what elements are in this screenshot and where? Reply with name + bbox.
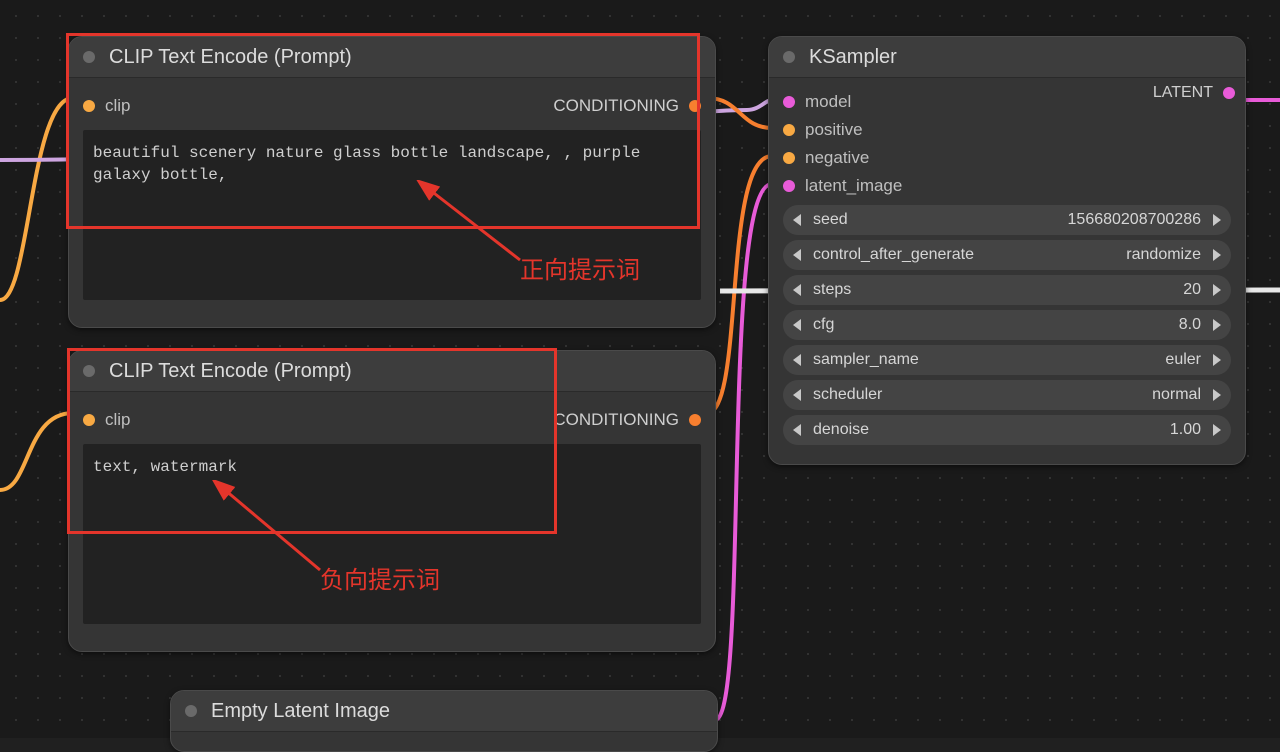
decrement-arrow-icon[interactable] <box>793 319 801 331</box>
decrement-arrow-icon[interactable] <box>793 389 801 401</box>
prompt-textarea-negative[interactable] <box>83 444 701 624</box>
increment-arrow-icon[interactable] <box>1213 319 1221 331</box>
decrement-arrow-icon[interactable] <box>793 249 801 261</box>
widget-sampler-name[interactable]: sampler_name euler <box>783 345 1231 375</box>
annotation-negative-label: 负向提示词 <box>320 560 440 595</box>
port-dot-icon <box>783 152 795 164</box>
widget-label: cfg <box>813 316 834 334</box>
collapse-dot-icon[interactable] <box>83 365 95 377</box>
port-label: clip <box>105 410 131 430</box>
collapse-dot-icon[interactable] <box>185 705 197 717</box>
widget-value[interactable]: euler <box>1165 351 1201 369</box>
node-title: CLIP Text Encode (Prompt) <box>109 360 352 383</box>
node-title: Empty Latent Image <box>211 700 390 723</box>
port-dot-icon <box>783 124 795 136</box>
input-port-negative[interactable]: negative <box>783 144 1231 172</box>
input-port-latent-image[interactable]: latent_image <box>783 172 1231 200</box>
increment-arrow-icon[interactable] <box>1213 214 1221 226</box>
port-dot-icon <box>783 180 795 192</box>
widget-label: denoise <box>813 421 869 439</box>
widget-label: seed <box>813 211 848 229</box>
widget-value[interactable]: randomize <box>1126 246 1201 264</box>
port-dot-icon <box>83 100 95 112</box>
node-header[interactable]: KSampler <box>769 37 1245 78</box>
port-label: positive <box>805 120 863 140</box>
widget-control-after-generate[interactable]: control_after_generate randomize <box>783 240 1231 270</box>
port-dot-icon[interactable] <box>1223 87 1235 99</box>
widget-label: sampler_name <box>813 351 919 369</box>
widget-cfg[interactable]: cfg 8.0 <box>783 310 1231 340</box>
collapse-dot-icon[interactable] <box>83 51 95 63</box>
increment-arrow-icon[interactable] <box>1213 424 1221 436</box>
decrement-arrow-icon[interactable] <box>793 354 801 366</box>
widget-value[interactable]: normal <box>1152 386 1201 404</box>
increment-arrow-icon[interactable] <box>1213 249 1221 261</box>
widget-value[interactable]: 156680208700286 <box>1068 211 1201 229</box>
node-empty-latent[interactable]: Empty Latent Image <box>170 690 718 752</box>
node-ksampler[interactable]: KSampler LATENT model positive negative … <box>768 36 1246 465</box>
port-dot-icon[interactable] <box>689 414 701 426</box>
collapse-dot-icon[interactable] <box>783 51 795 63</box>
output-label: LATENT <box>1153 84 1213 102</box>
widget-denoise[interactable]: denoise 1.00 <box>783 415 1231 445</box>
input-port-positive[interactable]: positive <box>783 116 1231 144</box>
widget-seed[interactable]: seed 156680208700286 <box>783 205 1231 235</box>
widget-scheduler[interactable]: scheduler normal <box>783 380 1231 410</box>
decrement-arrow-icon[interactable] <box>793 214 801 226</box>
widget-label: steps <box>813 281 851 299</box>
widget-value[interactable]: 8.0 <box>1179 316 1201 334</box>
port-dot-icon <box>83 414 95 426</box>
input-port-clip[interactable]: clip CONDITIONING <box>83 406 701 434</box>
port-label: negative <box>805 148 869 168</box>
node-header[interactable]: Empty Latent Image <box>171 691 717 732</box>
port-label: clip <box>105 96 131 116</box>
widget-label: scheduler <box>813 386 882 404</box>
increment-arrow-icon[interactable] <box>1213 284 1221 296</box>
decrement-arrow-icon[interactable] <box>793 424 801 436</box>
node-header[interactable]: CLIP Text Encode (Prompt) <box>69 37 715 78</box>
port-dot-icon[interactable] <box>689 100 701 112</box>
widget-value[interactable]: 20 <box>1183 281 1201 299</box>
node-clip-negative[interactable]: CLIP Text Encode (Prompt) clip CONDITION… <box>68 350 716 652</box>
output-label: CONDITIONING <box>553 410 679 430</box>
widget-value[interactable]: 1.00 <box>1170 421 1201 439</box>
node-title: CLIP Text Encode (Prompt) <box>109 46 352 69</box>
port-label: latent_image <box>805 176 902 196</box>
input-port-clip[interactable]: clip CONDITIONING <box>83 92 701 120</box>
widget-steps[interactable]: steps 20 <box>783 275 1231 305</box>
increment-arrow-icon[interactable] <box>1213 354 1221 366</box>
node-header[interactable]: CLIP Text Encode (Prompt) <box>69 351 715 392</box>
widget-label: control_after_generate <box>813 246 974 264</box>
increment-arrow-icon[interactable] <box>1213 389 1221 401</box>
node-title: KSampler <box>809 46 897 69</box>
port-label: model <box>805 92 851 112</box>
port-dot-icon <box>783 96 795 108</box>
output-label: CONDITIONING <box>553 96 679 116</box>
decrement-arrow-icon[interactable] <box>793 284 801 296</box>
annotation-positive-label: 正向提示词 <box>520 250 640 285</box>
